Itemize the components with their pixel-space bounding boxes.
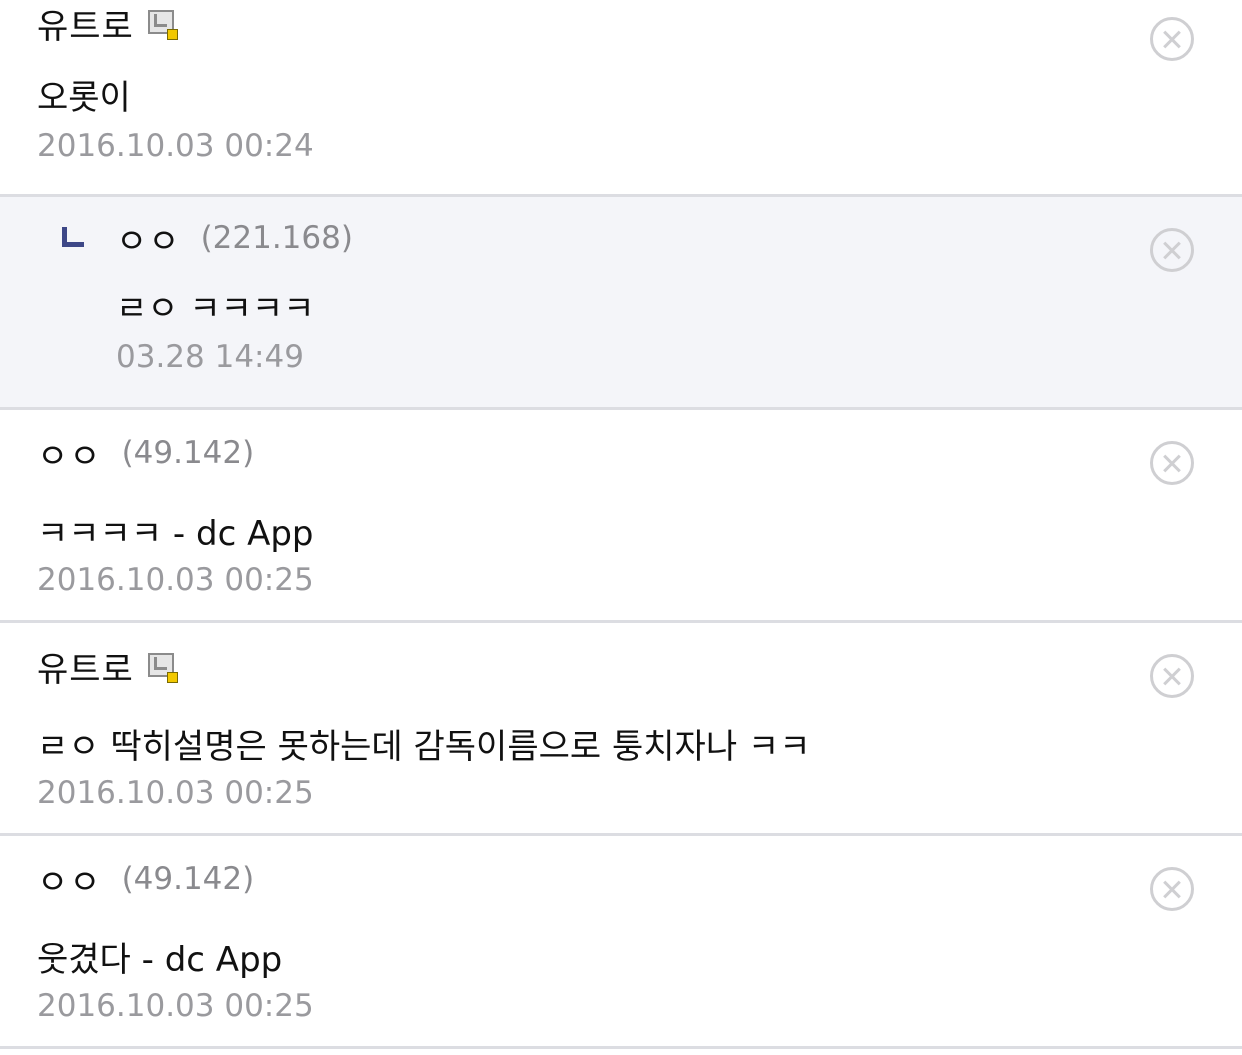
- comment-text: ㅋㅋㅋㅋ - dc App: [37, 514, 314, 554]
- comment-timestamp: 2016.10.03 00:25: [37, 775, 314, 811]
- comment-text: ㄹㅇ 딱히설명은 못하는데 감독이름으로 퉁치자나 ㅋㅋ: [37, 727, 811, 767]
- comment-header: 유트로: [37, 642, 178, 691]
- comment-header: ㅇㅇ (221.168): [116, 214, 353, 263]
- comment-header: ㅇㅇ (49.142): [37, 855, 255, 904]
- ip-address: (221.168): [200, 220, 353, 256]
- gallog-icon-glyph: [153, 657, 167, 670]
- delete-comment-button[interactable]: [1150, 17, 1194, 61]
- reply-item: ㅇㅇ (221.168) ㄹㅇ ㅋㅋㅋㅋ 03.28 14:49: [0, 197, 1242, 410]
- comment-timestamp: 03.28 14:49: [116, 339, 304, 375]
- delete-comment-button[interactable]: [1150, 654, 1194, 698]
- gallog-icon[interactable]: [147, 653, 178, 683]
- comment-text: 오롯이: [37, 78, 131, 118]
- nickname[interactable]: ㅇㅇ: [37, 429, 102, 478]
- comment-timestamp: 2016.10.03 00:25: [37, 988, 314, 1024]
- nickname[interactable]: ㅇㅇ: [37, 855, 102, 904]
- gallog-icon[interactable]: [147, 10, 178, 40]
- comment-list: 유트로 오롯이 2016.10.03 00:24 ㅇㅇ (221.168) ㄹㅇ…: [0, 0, 1242, 1055]
- comment-header: ㅇㅇ (49.142): [37, 429, 255, 478]
- delete-comment-button[interactable]: [1150, 228, 1194, 272]
- gallog-icon-badge: [166, 29, 178, 40]
- delete-comment-button[interactable]: [1150, 867, 1194, 911]
- comment-text: 웃겼다 - dc App: [37, 940, 283, 980]
- gallog-icon-glyph: [153, 14, 167, 27]
- comment-text: ㄹㅇ ㅋㅋㅋㅋ: [116, 289, 315, 329]
- comment-item: 유트로 오롯이 2016.10.03 00:24: [0, 0, 1242, 197]
- reply-arrow-icon: [62, 227, 84, 247]
- nickname[interactable]: ㅇㅇ: [116, 214, 181, 263]
- delete-comment-button[interactable]: [1150, 441, 1194, 485]
- nickname[interactable]: 유트로: [37, 0, 134, 48]
- comment-item: ㅇㅇ (49.142) ㅋㅋㅋㅋ - dc App 2016.10.03 00:…: [0, 410, 1242, 623]
- gallog-icon-badge: [166, 672, 178, 683]
- comment-item: 유트로 ㄹㅇ 딱히설명은 못하는데 감독이름으로 퉁치자나 ㅋㅋ 2016.10…: [0, 623, 1242, 836]
- comment-timestamp: 2016.10.03 00:24: [37, 128, 314, 164]
- comment-header: 유트로: [37, 0, 178, 48]
- nickname[interactable]: 유트로: [37, 642, 134, 691]
- ip-address: (49.142): [121, 861, 255, 897]
- comment-timestamp: 2016.10.03 00:25: [37, 562, 314, 598]
- ip-address: (49.142): [121, 435, 255, 471]
- comment-item: ㅇㅇ (49.142) 웃겼다 - dc App 2016.10.03 00:2…: [0, 836, 1242, 1049]
